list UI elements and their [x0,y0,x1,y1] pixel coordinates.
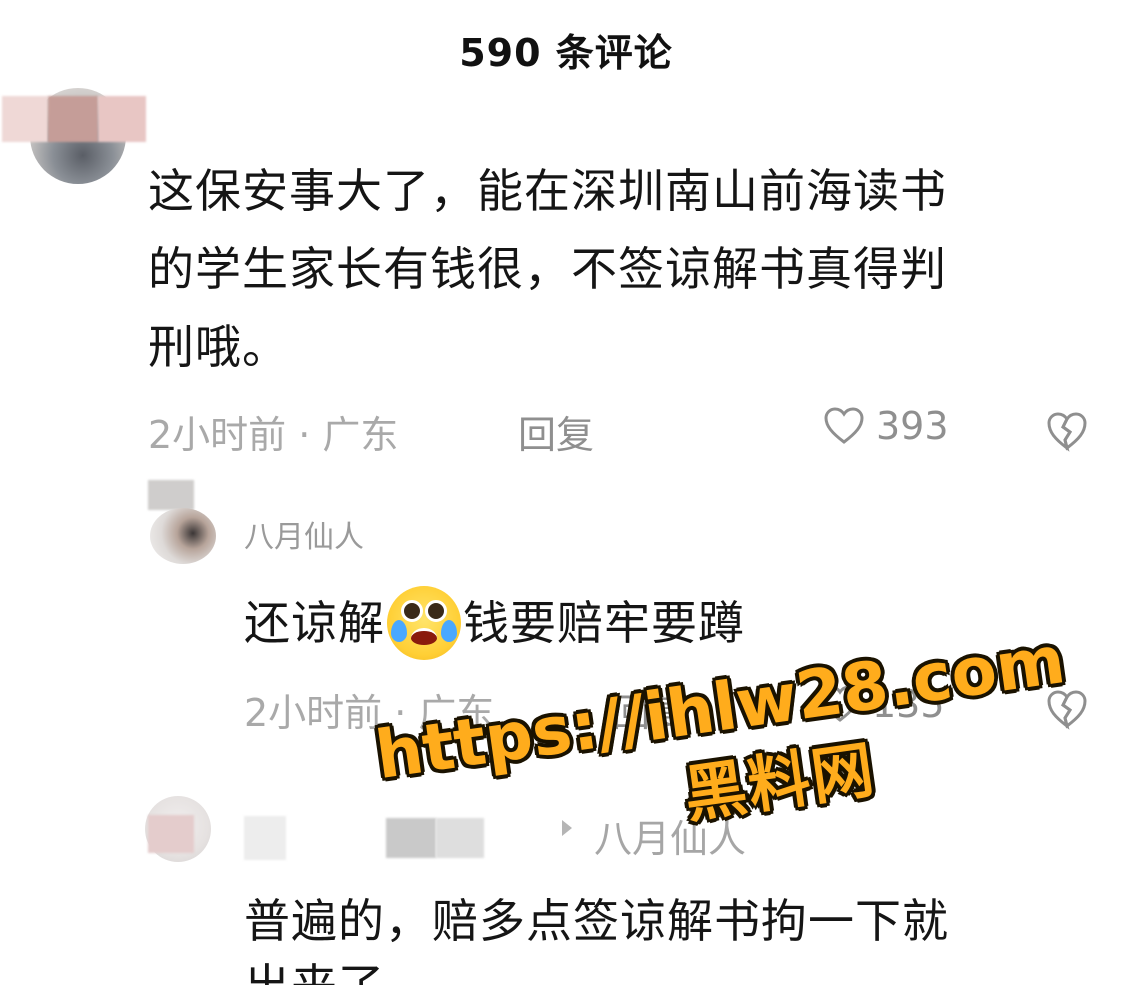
heart-icon [820,685,860,722]
like-count: 135 [872,682,945,726]
broken-heart-icon[interactable] [1044,410,1090,452]
like-count: 393 [876,404,949,448]
reply-to-username[interactable]: 八月仙人 [594,808,746,863]
comment-text: 这保安事大了，能在深圳南山前海读书 的学生家长有钱很，不签谅解书真得判 刑哦。 [148,164,947,374]
comment-text: 还谅解 钱要赔牢要蹲 [244,586,1044,660]
broken-heart-icon[interactable] [1044,688,1090,730]
comment-count-title: 590 条评论 [459,31,673,75]
reply-button[interactable]: 回复 [612,682,688,737]
crying-emoji-icon [387,586,461,660]
comment-text-part: 还谅解 [244,596,385,650]
heart-icon [824,407,864,444]
reply-button[interactable]: 回复 [518,404,594,459]
blurred-username [2,96,48,142]
blurred-username [244,816,286,860]
reply-arrow-icon [562,820,572,836]
username[interactable]: 八月仙人 [244,506,364,552]
like-button[interactable]: 135 [818,682,945,726]
like-button[interactable]: 393 [822,404,949,448]
blurred-avatar-part [148,815,194,853]
blurred-username [98,96,146,142]
blurred-username [436,818,484,858]
avatar[interactable] [150,508,216,564]
comment-text-part: 钱要赔牢要蹲 [463,596,745,650]
comment-text: 普遍的，赔多点签谅解书拘一下就 [244,894,949,948]
comment-time-location: 2小时前 · 广东 [148,413,399,457]
comment-text-cutoff: 出来了 [244,955,385,985]
blurred-username [48,96,98,142]
comment-time-location: 2小时前 · 广东 [244,691,495,735]
blurred-username [386,818,436,858]
blurred-avatar-part [148,480,194,510]
